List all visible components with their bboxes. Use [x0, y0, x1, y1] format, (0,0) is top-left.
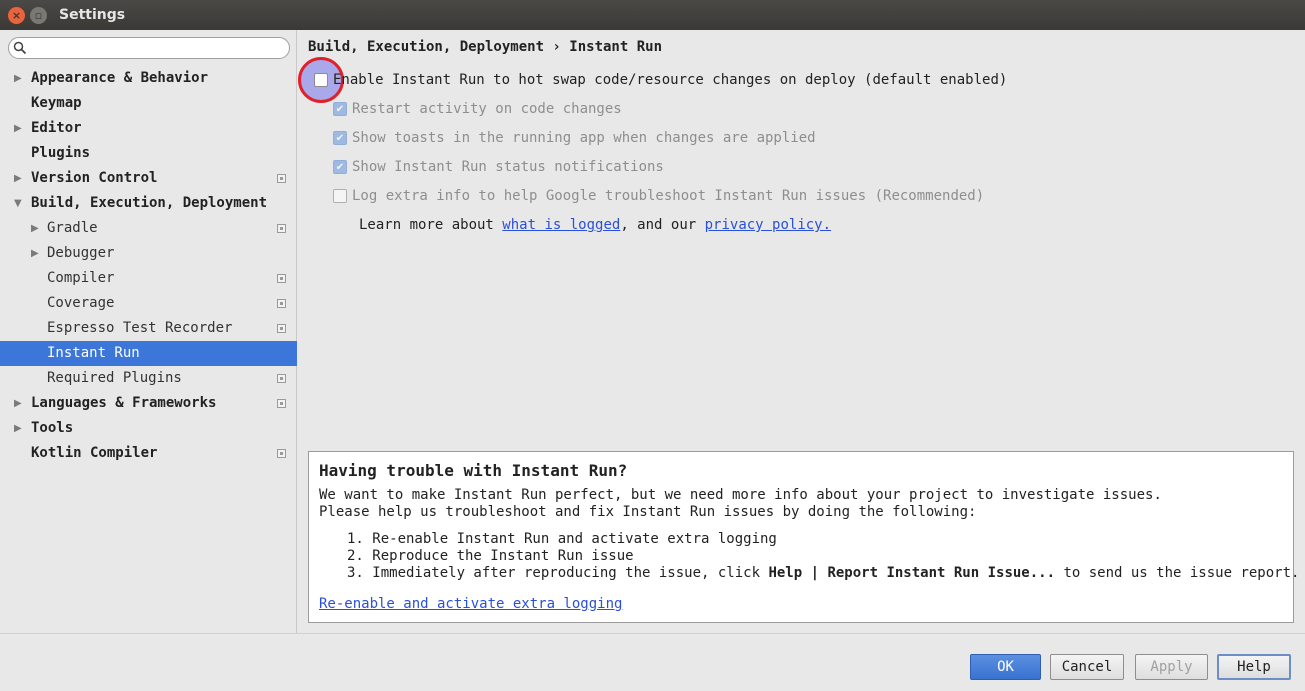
project-level-icon	[277, 374, 286, 383]
sidebar-item-label: Plugins	[31, 145, 91, 161]
close-icon: ×	[11, 8, 22, 22]
restart-activity-checkbox[interactable]: ✔	[333, 102, 347, 116]
sidebar-item-label: Keymap	[31, 95, 82, 111]
trouble-heading: Having trouble with Instant Run?	[319, 461, 628, 480]
sidebar-item-kotlin-compiler[interactable]: Kotlin Compiler	[0, 441, 297, 466]
sidebar-item-instant-run[interactable]: Instant Run	[0, 341, 297, 366]
sidebar-item-debugger[interactable]: ▶ Debugger	[0, 241, 297, 266]
sidebar-item-label: Coverage	[47, 295, 115, 311]
restart-activity-label: Restart activity on code changes	[352, 101, 622, 117]
check-icon: ✔	[335, 103, 345, 115]
project-level-icon	[277, 449, 286, 458]
sidebar-item-version-control[interactable]: ▶ Version Control	[0, 166, 297, 191]
trouble-step-3-menu-path: Help | Report Instant Run Issue...	[768, 565, 1056, 581]
sidebar-item-tools[interactable]: ▶ Tools	[0, 416, 297, 441]
ok-button[interactable]: OK	[970, 654, 1041, 680]
trouble-step-2: 2. Reproduce the Instant Run issue	[347, 548, 634, 564]
check-icon: ✔	[335, 161, 345, 173]
enable-instant-run-label: Enable Instant Run to hot swap code/reso…	[333, 72, 1008, 88]
what-is-logged-link[interactable]: what is logged	[502, 217, 620, 233]
sidebar-item-espresso-test-recorder[interactable]: Espresso Test Recorder	[0, 316, 297, 341]
settings-tree: ▶ Appearance & Behavior Keymap ▶ Editor Plugi…	[0, 66, 297, 466]
sidebar-item-build-execution-deployment[interactable]: ▼ Build, Execution, Deployment	[0, 191, 297, 216]
trouble-step-3-prefix: 3. Immediately after reproducing the iss…	[347, 565, 769, 581]
sidebar-item-languages-frameworks[interactable]: ▶ Languages & Frameworks	[0, 391, 297, 416]
collapsed-arrow-icon[interactable]: ▶	[14, 116, 22, 141]
project-level-icon	[277, 324, 286, 333]
trouble-line-1: We want to make Instant Run perfect, but…	[319, 487, 1162, 503]
search-icon	[13, 41, 27, 55]
cancel-button[interactable]: Cancel	[1050, 654, 1124, 680]
window-title: Settings	[59, 7, 126, 23]
maximize-window-button[interactable]: ▫	[30, 6, 47, 24]
check-icon: ✔	[335, 132, 345, 144]
sidebar-item-label: Appearance & Behavior	[31, 70, 209, 86]
sidebar-item-label: Gradle	[47, 220, 98, 236]
title-bar: × ▫ Settings	[0, 0, 1305, 30]
instant-run-panel: Build, Execution, Deployment › Instant R…	[298, 30, 1305, 633]
log-extra-info-checkbox[interactable]	[333, 189, 347, 203]
project-level-icon	[277, 274, 286, 283]
enable-instant-run-checkbox[interactable]	[314, 73, 328, 87]
status-notifications-checkbox[interactable]: ✔	[333, 160, 347, 174]
sidebar-item-label: Languages & Frameworks	[31, 395, 217, 411]
project-level-icon	[277, 174, 286, 183]
reenable-logging-link[interactable]: Re-enable and activate extra logging	[319, 596, 622, 612]
trouble-step-3-suffix: to send us the issue report.	[1055, 565, 1300, 581]
sidebar-item-label: Instant Run	[47, 345, 140, 361]
trouble-line-2: Please help us troubleshoot and fix Inst…	[319, 504, 977, 520]
project-level-icon	[277, 224, 286, 233]
restart-activity-option[interactable]: ✔ Restart activity on code changes	[333, 101, 622, 117]
sidebar-item-label: Espresso Test Recorder	[47, 320, 233, 336]
learn-more-prefix: Learn more about	[359, 217, 503, 233]
show-toasts-checkbox[interactable]: ✔	[333, 131, 347, 145]
project-level-icon	[277, 399, 286, 408]
collapsed-arrow-icon[interactable]: ▶	[14, 416, 22, 441]
sidebar-item-label: Kotlin Compiler	[31, 445, 158, 461]
dialog-button-bar: OK Cancel Apply Help	[0, 633, 1305, 691]
sidebar-item-appearance-behavior[interactable]: ▶ Appearance & Behavior	[0, 66, 297, 91]
sidebar-item-required-plugins[interactable]: Required Plugins	[0, 366, 297, 391]
help-button[interactable]: Help	[1217, 654, 1291, 680]
sidebar-item-label: Debugger	[47, 245, 115, 261]
sidebar-item-label: Required Plugins	[47, 370, 182, 386]
sidebar-item-label: Compiler	[47, 270, 115, 286]
learn-more-text: Learn more about what is logged , and ou…	[359, 217, 831, 233]
close-window-button[interactable]: ×	[8, 6, 25, 24]
enable-instant-run-option[interactable]: Enable Instant Run to hot swap code/reso…	[314, 72, 1007, 88]
show-toasts-label: Show toasts in the running app when chan…	[352, 130, 816, 146]
show-toasts-option[interactable]: ✔ Show toasts in the running app when ch…	[333, 130, 816, 146]
search-input[interactable]	[8, 37, 290, 59]
sidebar-item-coverage[interactable]: Coverage	[0, 291, 297, 316]
sidebar-item-label: Version Control	[31, 170, 158, 186]
sidebar-item-editor[interactable]: ▶ Editor	[0, 116, 297, 141]
collapsed-arrow-icon[interactable]: ▶	[31, 216, 39, 241]
collapsed-arrow-icon[interactable]: ▶	[14, 166, 22, 191]
log-extra-info-option[interactable]: Log extra info to help Google troublesho…	[333, 188, 984, 204]
sidebar-item-label: Tools	[31, 420, 74, 436]
learn-more-middle: , and our	[620, 217, 705, 233]
maximize-icon: ▫	[34, 8, 43, 22]
status-notifications-label: Show Instant Run status notifications	[352, 159, 664, 175]
sidebar-item-compiler[interactable]: Compiler	[0, 266, 297, 291]
settings-sidebar: ▶ Appearance & Behavior Keymap ▶ Editor Plugi…	[0, 30, 297, 633]
collapsed-arrow-icon[interactable]: ▶	[14, 66, 22, 91]
trouble-info-box: Having trouble with Instant Run? We want…	[308, 451, 1299, 623]
collapsed-arrow-icon[interactable]: ▶	[14, 391, 22, 416]
log-extra-info-label: Log extra info to help Google troublesho…	[352, 188, 985, 204]
collapsed-arrow-icon[interactable]: ▶	[31, 241, 39, 266]
sidebar-item-label: Editor	[31, 120, 82, 136]
trouble-step-3: 3. Immediately after reproducing the iss…	[347, 565, 1299, 581]
breadcrumb: Build, Execution, Deployment › Instant R…	[308, 39, 663, 55]
sidebar-item-keymap[interactable]: Keymap	[0, 91, 297, 116]
sidebar-item-plugins[interactable]: Plugins	[0, 141, 297, 166]
privacy-policy-link[interactable]: privacy policy.	[705, 217, 831, 233]
status-notifications-option[interactable]: ✔ Show Instant Run status notifications	[333, 159, 664, 175]
sidebar-item-gradle[interactable]: ▶ Gradle	[0, 216, 297, 241]
trouble-step-1: 1. Re-enable Instant Run and activate ex…	[347, 531, 777, 547]
expanded-arrow-icon[interactable]: ▼	[14, 191, 22, 216]
sidebar-item-label: Build, Execution, Deployment	[31, 195, 268, 211]
project-level-icon	[277, 299, 286, 308]
apply-button[interactable]: Apply	[1135, 654, 1208, 680]
